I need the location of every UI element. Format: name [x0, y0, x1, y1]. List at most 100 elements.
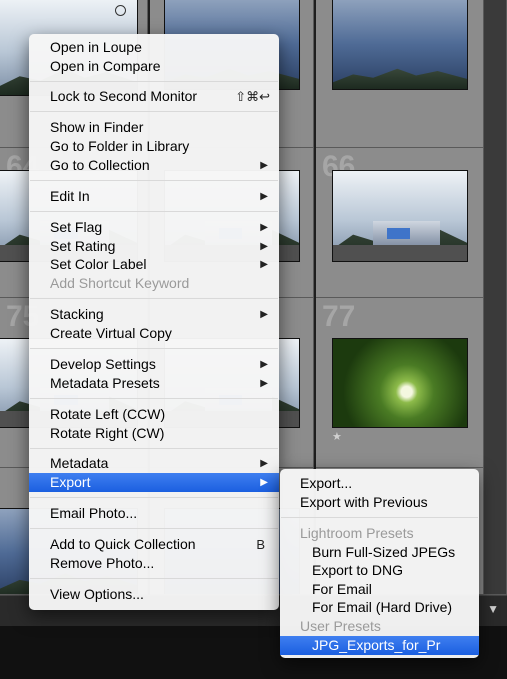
submenu-arrow-icon: ▶	[260, 359, 268, 370]
submenu-arrow-icon: ▶	[260, 477, 268, 488]
photo-thumbnail[interactable]	[332, 0, 468, 90]
menu-item-label: Set Color Label	[50, 256, 147, 272]
menu-separator	[30, 211, 278, 212]
menu-item-label: Create Virtual Copy	[50, 325, 172, 341]
submenu-arrow-icon: ▶	[260, 378, 268, 389]
menu-item-open-in-compare[interactable]: Open in Compare	[29, 57, 279, 76]
menu-item-label: Go to Collection	[50, 157, 150, 173]
menu-item-label: Metadata Presets	[50, 375, 160, 391]
scrollbar[interactable]	[484, 0, 507, 595]
menu-item-set-flag[interactable]: Set Flag ▶	[29, 218, 279, 237]
menu-item-go-to-collection[interactable]: Go to Collection ▶	[29, 156, 279, 175]
submenu-item-label: For Email	[312, 581, 372, 597]
menu-item-set-color-label[interactable]: Set Color Label ▶	[29, 255, 279, 274]
menu-item-label: Remove Photo...	[50, 555, 155, 571]
submenu-item-label: JPG_Exports_for_Pr	[312, 637, 441, 653]
menu-item-label: Set Flag	[50, 219, 103, 235]
menu-item-label: Show in Finder	[50, 119, 144, 135]
menu-item-label: Rotate Left (CCW)	[50, 406, 166, 422]
menu-separator	[30, 111, 278, 112]
menu-item-label: Develop Settings	[50, 356, 156, 372]
submenu-item-label: Burn Full-Sized JPEGs	[312, 544, 456, 560]
menu-item-remove-photo[interactable]: Remove Photo...	[29, 554, 279, 573]
submenu-heading-label: Lightroom Presets	[300, 525, 414, 541]
keyboard-shortcut: ⇧⌘↩	[235, 89, 270, 104]
submenu-arrow-icon: ▶	[260, 309, 268, 320]
menu-separator	[30, 398, 278, 399]
filmstrip-toggle-icon[interactable]: ▼	[487, 602, 499, 616]
photo-thumbnail[interactable]	[332, 338, 468, 428]
menu-item-label: View Options...	[50, 586, 144, 602]
menu-item-label: Export	[50, 474, 91, 490]
menu-item-label: Open in Loupe	[50, 39, 142, 55]
menu-item-develop-settings[interactable]: Develop Settings ▶	[29, 355, 279, 374]
submenu-arrow-icon: ▶	[260, 259, 268, 270]
submenu-arrow-icon: ▶	[260, 191, 268, 202]
menu-separator	[30, 528, 278, 529]
submenu-item-label: Export...	[300, 475, 353, 491]
menu-separator	[281, 517, 478, 518]
menu-item-label: Lock to Second Monitor	[50, 88, 198, 104]
menu-item-rotate-right[interactable]: Rotate Right (CW)	[29, 424, 279, 443]
menu-separator	[30, 348, 278, 349]
menu-item-label: Metadata	[50, 455, 109, 471]
menu-separator	[30, 448, 278, 449]
submenu-arrow-icon: ▶	[260, 241, 268, 252]
submenu-heading-label: User Presets	[300, 618, 381, 634]
menu-item-label: Open in Compare	[50, 58, 161, 74]
menu-item-email-photo[interactable]: Email Photo...	[29, 504, 279, 523]
star-rating-icon[interactable]: ★	[332, 430, 342, 443]
submenu-item-label: Export with Previous	[300, 494, 428, 510]
menu-item-label: Email Photo...	[50, 505, 138, 521]
grid-cell[interactable]: 66	[316, 148, 484, 298]
menu-item-set-rating[interactable]: Set Rating ▶	[29, 237, 279, 256]
export-submenu: Export... Export with Previous Lightroom…	[280, 469, 479, 658]
menu-item-add-shortcut-keyword: Add Shortcut Keyword	[29, 274, 279, 293]
submenu-item-for-email-hard-drive[interactable]: For Email (Hard Drive)	[280, 598, 479, 617]
menu-separator	[30, 578, 278, 579]
submenu-item-jpg-exports-for-pr[interactable]: JPG_Exports_for_Pr	[280, 636, 479, 655]
submenu-item-label: Export to DNG	[312, 562, 404, 578]
menu-item-show-in-finder[interactable]: Show in Finder	[29, 118, 279, 137]
submenu-item-export-with-previous[interactable]: Export with Previous	[280, 493, 479, 512]
keyboard-shortcut: B	[256, 537, 265, 552]
menu-separator	[30, 180, 278, 181]
menu-item-metadata-presets[interactable]: Metadata Presets ▶	[29, 374, 279, 393]
submenu-arrow-icon: ▶	[260, 458, 268, 469]
menu-item-open-in-loupe[interactable]: Open in Loupe	[29, 38, 279, 57]
menu-item-export[interactable]: Export ▶	[29, 473, 279, 492]
submenu-heading-lightroom-presets: Lightroom Presets	[280, 524, 479, 543]
submenu-arrow-icon: ▶	[260, 160, 268, 171]
submenu-item-export-to-dng[interactable]: Export to DNG	[280, 561, 479, 580]
menu-separator	[30, 298, 278, 299]
menu-item-label: Go to Folder in Library	[50, 138, 190, 154]
menu-item-label: Add Shortcut Keyword	[50, 275, 190, 291]
menu-item-edit-in[interactable]: Edit In ▶	[29, 187, 279, 206]
menu-item-view-options[interactable]: View Options...	[29, 585, 279, 604]
menu-item-label: Rotate Right (CW)	[50, 425, 165, 441]
submenu-item-burn-full-sized-jpegs[interactable]: Burn Full-Sized JPEGs	[280, 543, 479, 562]
menu-item-stacking[interactable]: Stacking ▶	[29, 305, 279, 324]
menu-item-lock-to-second-monitor[interactable]: Lock to Second Monitor ⇧⌘↩	[29, 87, 279, 106]
menu-item-create-virtual-copy[interactable]: Create Virtual Copy	[29, 324, 279, 343]
menu-item-label: Edit In	[50, 188, 90, 204]
menu-item-label: Stacking	[50, 306, 104, 322]
submenu-item-for-email[interactable]: For Email	[280, 580, 479, 599]
grid-cell[interactable]	[316, 0, 484, 148]
context-menu: Open in Loupe Open in Compare Lock to Se…	[29, 34, 279, 610]
cell-number: 77	[322, 300, 356, 333]
menu-item-metadata[interactable]: Metadata ▶	[29, 454, 279, 473]
menu-item-add-to-quick-collection[interactable]: Add to Quick Collection B	[29, 535, 279, 554]
menu-separator	[30, 497, 278, 498]
photo-thumbnail[interactable]	[332, 170, 468, 262]
submenu-heading-user-presets: User Presets	[280, 617, 479, 636]
menu-item-go-to-folder[interactable]: Go to Folder in Library	[29, 137, 279, 156]
quick-collection-marker-icon[interactable]	[115, 5, 126, 16]
grid-cell[interactable]: 77 ★	[316, 298, 484, 468]
menu-item-rotate-left[interactable]: Rotate Left (CCW)	[29, 405, 279, 424]
submenu-item-export[interactable]: Export...	[280, 474, 479, 493]
menu-item-label: Add to Quick Collection	[50, 536, 196, 552]
submenu-arrow-icon: ▶	[260, 222, 268, 233]
submenu-item-label: For Email (Hard Drive)	[312, 599, 453, 615]
menu-separator	[30, 81, 278, 82]
